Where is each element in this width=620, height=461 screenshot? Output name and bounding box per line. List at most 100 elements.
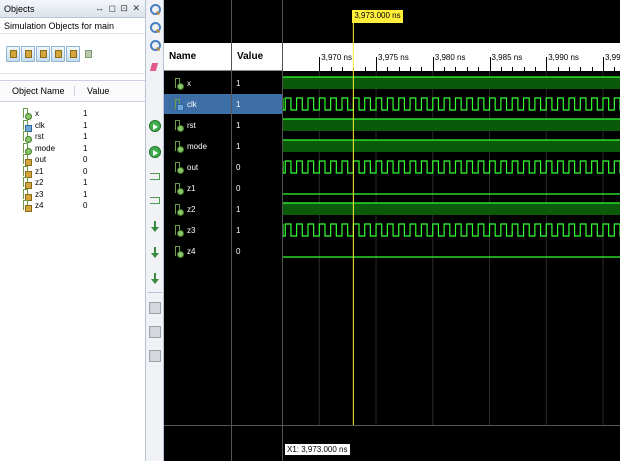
zoom-fit-icon[interactable]	[149, 40, 161, 52]
signal-values-column: Value 1 1 1 1 0 0 1 1 0	[232, 0, 282, 461]
variable-filter-icon[interactable]	[81, 46, 95, 62]
signal-icon	[174, 98, 184, 111]
object-row[interactable]: z4 0	[0, 200, 145, 213]
names-footer	[164, 425, 231, 461]
wave-signal-row[interactable]: clk	[164, 94, 231, 114]
objects-table-header: Object Name Value	[0, 80, 145, 102]
object-row[interactable]: x1	[0, 108, 145, 121]
wave-signal-value: 1	[236, 120, 241, 130]
wave-signal-row[interactable]: z2	[164, 199, 231, 219]
go-to-time-zero-icon[interactable]	[149, 120, 161, 132]
zoom-in-icon[interactable]	[149, 4, 161, 16]
signal-trace[interactable]	[283, 223, 620, 237]
object-row[interactable]: z3 1	[0, 188, 145, 201]
signal-icon	[22, 131, 32, 144]
wave-signal-name: out	[187, 162, 199, 172]
swap-cursors-icon[interactable]	[149, 170, 161, 182]
floating-ruler-icon[interactable]	[149, 350, 161, 362]
object-value-header[interactable]: Value	[75, 86, 109, 96]
wave-signal-name: z2	[187, 204, 196, 214]
toolbar-separator	[148, 292, 162, 293]
wave-signal-row[interactable]: z3	[164, 220, 231, 240]
signal-icon	[174, 245, 184, 258]
signal-icon	[174, 140, 184, 153]
objects-title-bar: Objects ↔ ◻ ⊡ ✕	[0, 0, 145, 18]
wave-signal-name: rst	[187, 120, 196, 130]
cursor-time-label[interactable]: 3,973.000 ns	[352, 10, 403, 23]
next-transition-icon[interactable]	[149, 220, 161, 232]
signal-icon	[22, 154, 32, 167]
signal-fill	[283, 77, 620, 89]
signal-icon	[174, 224, 184, 237]
previous-marker-icon[interactable]	[149, 272, 161, 284]
object-name-cell: rst	[0, 131, 75, 144]
object-name-cell: clk	[0, 119, 75, 132]
objects-panel: Objects ↔ ◻ ⊡ ✕ Simulation Objects for m…	[0, 0, 146, 461]
signal-icon	[22, 165, 32, 178]
output-filter-icon[interactable]	[21, 45, 35, 62]
object-name-cell: z2	[0, 177, 75, 190]
panel-window-controls[interactable]: ↔ ◻ ⊡ ✕	[95, 3, 141, 14]
object-row[interactable]: mode 1	[0, 142, 145, 155]
wave-signal-name: x	[187, 78, 191, 88]
signal-icon	[22, 188, 32, 201]
object-name-cell: mode	[0, 142, 75, 155]
wave-signal-value: 0	[236, 246, 241, 256]
object-value: 1	[83, 178, 88, 188]
objects-subtitle: Simulation Objects for main	[0, 18, 145, 34]
object-row[interactable]: clk 1	[0, 119, 145, 132]
object-row[interactable]: z1 0	[0, 165, 145, 178]
object-name-cell: z4	[0, 200, 75, 213]
next-marker-icon[interactable]	[149, 302, 161, 314]
value-column-header[interactable]: Value	[232, 43, 282, 71]
input-filter-icon[interactable]	[6, 45, 20, 62]
wave-signal-row[interactable]: out	[164, 157, 231, 177]
internal-filter-icon[interactable]	[51, 45, 65, 62]
previous-transition-icon[interactable]	[149, 194, 161, 206]
object-row[interactable]: rst 1	[0, 131, 145, 144]
zoom-out-icon[interactable]	[149, 22, 161, 34]
wave-signal-row[interactable]: rst	[164, 115, 231, 135]
object-name-header[interactable]: Object Name	[0, 86, 75, 96]
wave-signal-row[interactable]: z4	[164, 241, 231, 261]
object-value: 1	[83, 189, 88, 199]
wave-signal-value: 1	[236, 141, 241, 151]
snap-to-transition-icon[interactable]	[149, 326, 161, 338]
add-marker-icon[interactable]	[149, 246, 161, 258]
wave-signal-value: 0	[236, 162, 241, 172]
signal-icon	[22, 177, 32, 190]
signal-icon	[174, 161, 184, 174]
wave-signal-name: z4	[187, 246, 196, 256]
object-name: rst	[35, 132, 44, 142]
signal-icon	[174, 77, 184, 90]
object-name-cell: z1	[0, 165, 75, 178]
signal-fill	[283, 119, 620, 131]
go-to-cursor-icon[interactable]	[149, 62, 161, 74]
object-name: z1	[35, 166, 44, 176]
waveform-canvas[interactable]: 3,970 ns 3,975 ns 3,980 ns 3,985 ns 3,990 ns…	[283, 0, 620, 461]
waveform-viewer: Name x clk rst mode out z1 z2 z3 z4 Value 1 1 1 1 0 0…	[164, 0, 620, 461]
wave-toolbar	[146, 0, 164, 461]
waveform-traces	[283, 10, 620, 450]
object-row[interactable]: z2 1	[0, 177, 145, 190]
object-name-cell: x	[0, 108, 75, 121]
object-name-cell: z3	[0, 188, 75, 201]
constant-filter-icon[interactable]	[66, 45, 80, 62]
signal-fill	[283, 203, 620, 215]
signal-trace[interactable]	[283, 97, 620, 111]
signal-names-column: Name x clk rst mode out z1 z2 z3 z4	[164, 0, 231, 461]
go-to-last-time-icon[interactable]	[149, 146, 161, 158]
signal-fill	[283, 140, 620, 152]
signal-trace[interactable]	[283, 160, 620, 174]
object-row[interactable]: out 0	[0, 154, 145, 167]
inout-filter-icon[interactable]	[36, 45, 50, 62]
wave-signal-value: 0	[236, 183, 241, 193]
wave-signal-row[interactable]: mode	[164, 136, 231, 156]
waveform-footer: X1: 3,973.000 ns	[283, 425, 620, 461]
objects-list: x 1 clk 1 rst 1 mode 1 out 0 z1 0 z2 1 z3 1 z4 0	[0, 108, 145, 213]
wave-signal-row[interactable]: x	[164, 73, 231, 93]
wave-signal-name: z3	[187, 225, 196, 235]
object-value: 1	[83, 109, 88, 119]
name-column-header[interactable]: Name	[164, 43, 231, 71]
wave-signal-row[interactable]: z1	[164, 178, 231, 198]
